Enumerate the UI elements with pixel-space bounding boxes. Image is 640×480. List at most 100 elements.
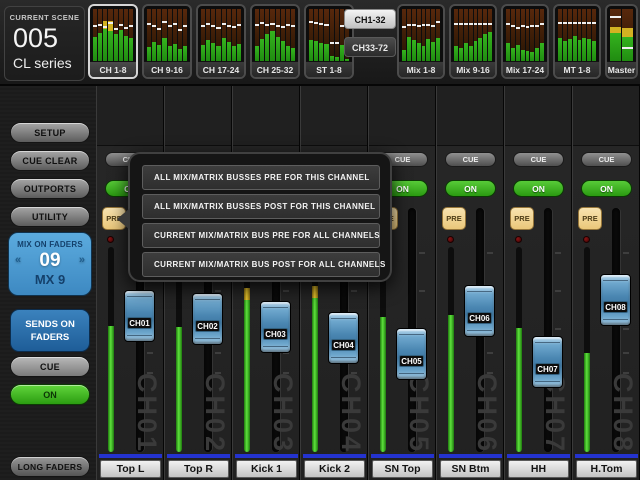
sends-on-faders-button[interactable]: SENDS ON FADERS bbox=[10, 309, 90, 352]
bank-label: Mix 17-24 bbox=[503, 61, 547, 77]
fader-cap[interactable]: CH07 bbox=[532, 336, 563, 388]
fader-cap[interactable]: CH01 bbox=[124, 290, 155, 342]
fader-cap[interactable]: CH02 bbox=[192, 293, 223, 345]
channel-name-box[interactable]: HH bbox=[508, 460, 569, 478]
fader-cap[interactable]: CH08 bbox=[600, 274, 631, 326]
mini-fader-dash bbox=[558, 22, 562, 24]
meter-fill bbox=[584, 353, 590, 452]
mini-meter-green bbox=[474, 41, 478, 62]
channel-name-box[interactable]: Kick 2 bbox=[304, 460, 365, 478]
mini-fader-dash bbox=[147, 23, 151, 25]
mini-meter-column bbox=[568, 9, 572, 62]
fader-cap[interactable]: CH05 bbox=[396, 328, 427, 380]
mini-meter-green bbox=[183, 46, 187, 62]
fader-scale-tick bbox=[351, 290, 357, 292]
channel-ghost-label: CH06 bbox=[471, 373, 502, 454]
popup-item-current-post-all-channels[interactable]: CURRENT MIX/MATRIX BUS POST FOR ALL CHAN… bbox=[142, 252, 380, 277]
channel-on-button[interactable]: ON bbox=[581, 180, 632, 197]
channel-name-box[interactable]: H.Tom bbox=[576, 460, 637, 478]
mini-fader-dash bbox=[568, 22, 572, 24]
mini-meter-column bbox=[530, 9, 534, 62]
mini-fader-dash bbox=[162, 21, 166, 23]
mini-meter-green bbox=[459, 48, 463, 62]
mini-meter-column bbox=[291, 9, 295, 62]
mini-meter-green bbox=[93, 37, 97, 62]
sidebar-item-setup[interactable]: SETUP bbox=[10, 122, 90, 143]
mini-meter-green bbox=[436, 38, 440, 62]
mini-fader-dash bbox=[478, 23, 482, 25]
sidebar-item-outports[interactable]: OUTPORTS bbox=[10, 178, 90, 199]
mini-meter-green bbox=[124, 36, 128, 63]
mini-meter-column bbox=[98, 9, 102, 62]
fader-cap[interactable]: CH06 bbox=[464, 285, 495, 337]
mini-meter-column bbox=[162, 9, 166, 62]
channel-color-bar bbox=[235, 454, 298, 458]
channel-on-button[interactable]: ON bbox=[445, 180, 496, 197]
bank-thumb[interactable]: Master bbox=[605, 4, 638, 79]
next-mix-arrow-icon[interactable]: » bbox=[79, 254, 85, 266]
pre-indicator[interactable]: PRE bbox=[510, 207, 534, 230]
sidebar-item-utility[interactable]: UTILITY bbox=[10, 206, 90, 227]
channel-name-box[interactable]: Kick 1 bbox=[236, 460, 297, 478]
sidebar-on-button[interactable]: ON bbox=[10, 384, 90, 405]
mini-meter-column bbox=[516, 9, 520, 62]
channel-on-button[interactable]: ON bbox=[513, 180, 564, 197]
channel-name-box[interactable]: SN Btm bbox=[440, 460, 501, 478]
bank-thumb[interactable]: CH 9-16 bbox=[142, 4, 192, 79]
mini-fader-dash bbox=[436, 21, 440, 23]
fader-cap[interactable]: CH03 bbox=[260, 301, 291, 353]
mini-meter-column bbox=[157, 9, 161, 62]
mini-meter-column bbox=[178, 9, 182, 62]
sidebar-item-cue-clear[interactable]: CUE CLEAR bbox=[10, 150, 90, 171]
fader-cap[interactable]: CH04 bbox=[328, 312, 359, 364]
mini-fader-dash bbox=[98, 24, 102, 26]
channel-color-bar bbox=[167, 454, 230, 458]
mini-meter-column bbox=[227, 9, 231, 62]
mini-meter-green bbox=[114, 34, 118, 62]
bank-thumb[interactable]: Mix 9-16 bbox=[449, 4, 497, 79]
bank-thumb[interactable]: CH 17-24 bbox=[196, 4, 246, 79]
bank-label: CH 17-24 bbox=[198, 61, 244, 77]
mini-fader-dash bbox=[260, 22, 264, 24]
mini-meter-green bbox=[422, 46, 426, 62]
mini-fader-dash bbox=[265, 24, 269, 26]
bank-thumb[interactable]: CH 1-8 bbox=[88, 4, 138, 79]
bank-thumb[interactable]: Mix 17-24 bbox=[501, 4, 549, 79]
mini-meter-column bbox=[407, 9, 411, 62]
popup-item-all-pre-this-channel[interactable]: ALL MIX/MATRIX BUSSES PRE FOR THIS CHANN… bbox=[142, 165, 380, 190]
channel-cue-button[interactable]: CUE bbox=[581, 152, 632, 167]
peak-led-icon bbox=[447, 236, 454, 243]
mini-meter-column bbox=[211, 9, 215, 62]
channel-name-box[interactable]: Top L bbox=[100, 460, 161, 478]
popup-item-current-pre-all-channels[interactable]: CURRENT MIX/MATRIX BUS PRE FOR ALL CHANN… bbox=[142, 223, 380, 248]
pre-indicator[interactable]: PRE bbox=[442, 207, 466, 230]
mix-on-faders-panel[interactable]: MIX ON FADERS « 09 » MX 9 bbox=[8, 232, 92, 296]
fader-scale-tick bbox=[147, 352, 153, 354]
long-faders-button[interactable]: LONG FADERS bbox=[10, 456, 90, 477]
mini-fader-dash bbox=[610, 16, 621, 18]
channel-strip: CUEONPRECH05CH05SN Top bbox=[368, 86, 435, 480]
popup-item-all-post-this-channel[interactable]: ALL MIX/MATRIX BUSSES POST FOR THIS CHAN… bbox=[142, 194, 380, 219]
layer-toggle-ch33-72[interactable]: CH33-72 bbox=[344, 37, 396, 57]
mini-meter-green bbox=[587, 39, 591, 62]
mini-meter-green bbox=[610, 33, 621, 62]
layer-toggle-ch1-32[interactable]: CH1-32 bbox=[344, 9, 396, 29]
cl-stagemix-app: CURRENT SCENE 005 CL series CH 1-8CH 9-1… bbox=[0, 0, 640, 480]
pre-indicator[interactable]: PRE bbox=[578, 207, 602, 230]
prev-mix-arrow-icon[interactable]: « bbox=[15, 254, 21, 266]
scene-panel[interactable]: CURRENT SCENE 005 CL series bbox=[4, 6, 85, 81]
mini-meter-green bbox=[478, 38, 482, 62]
channel-cue-button[interactable]: CUE bbox=[445, 152, 496, 167]
mini-fader-dash bbox=[309, 21, 313, 23]
bank-thumb[interactable]: MT 1-8 bbox=[553, 4, 601, 79]
mix-on-faders-title: MIX ON FADERS bbox=[9, 240, 91, 249]
channel-name-box[interactable]: SN Top bbox=[372, 460, 433, 478]
bank-thumb[interactable]: CH 25-32 bbox=[250, 4, 300, 79]
bank-thumb[interactable]: Mix 1-8 bbox=[397, 4, 445, 79]
channel-name-box[interactable]: Top R bbox=[168, 460, 229, 478]
channel-cue-button[interactable]: CUE bbox=[513, 152, 564, 167]
mini-fader-dash bbox=[431, 25, 435, 27]
mini-fader-dash bbox=[129, 25, 133, 27]
sidebar-cue-button[interactable]: CUE bbox=[10, 356, 90, 377]
mini-fader-dash bbox=[412, 24, 416, 26]
